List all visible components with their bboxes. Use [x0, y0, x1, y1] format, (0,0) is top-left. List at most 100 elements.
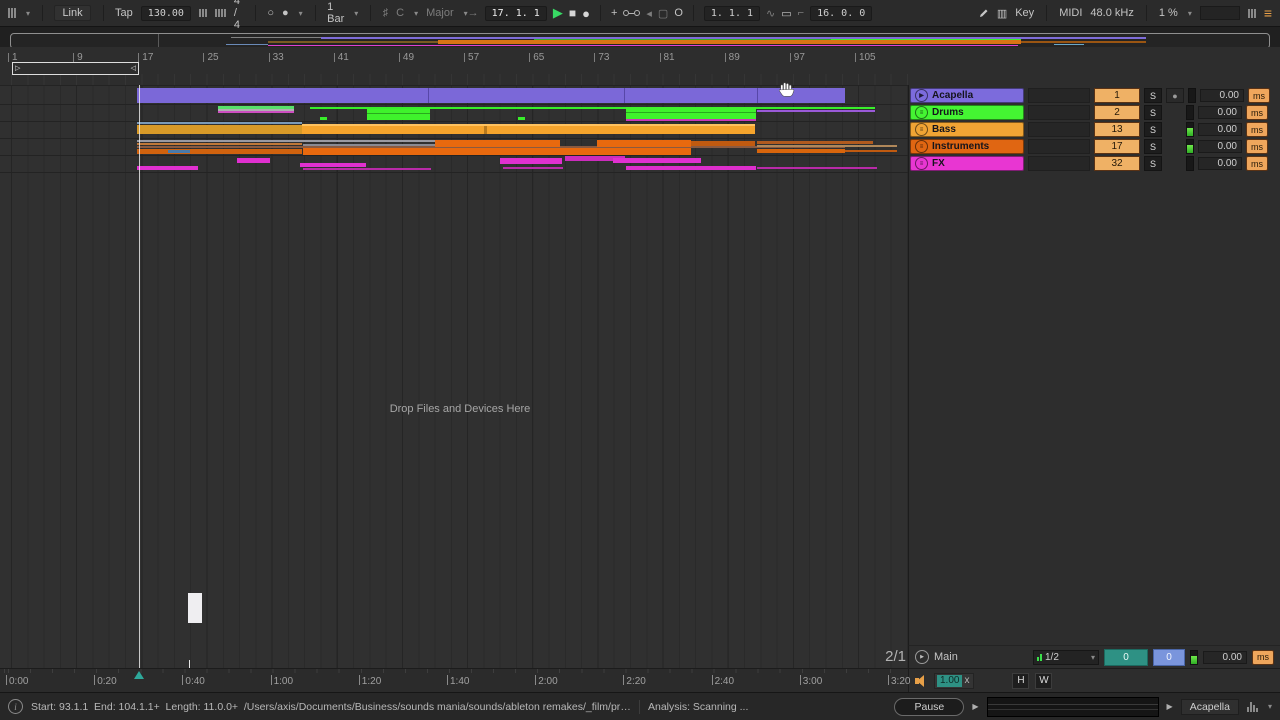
clip[interactable] — [757, 107, 875, 109]
track-input-field[interactable]: 17 — [1094, 139, 1140, 154]
clip[interactable] — [300, 163, 366, 167]
clip[interactable] — [303, 148, 691, 155]
track-header-fx[interactable]: ≡FX 32 S 0.00 ms — [910, 156, 1268, 171]
loop-region[interactable]: ▷ ◁ — [12, 62, 139, 75]
track-io-field[interactable] — [1028, 88, 1090, 103]
track-input-field[interactable]: 32 — [1094, 156, 1140, 171]
loop-start-field[interactable]: 1. 1. 1 — [704, 6, 760, 21]
back-to-arrangement-button[interactable]: ◂ — [646, 7, 652, 20]
launch-quantize-select[interactable]: 1/2 ▾ — [1033, 650, 1099, 665]
track-input-field[interactable]: 13 — [1094, 122, 1140, 137]
track-io-field[interactable] — [1028, 122, 1090, 137]
preview-waveform[interactable] — [987, 697, 1159, 717]
track-name-bar[interactable]: ≡Instruments — [910, 139, 1024, 154]
playhead[interactable] — [139, 85, 140, 668]
key-map-button[interactable]: Key — [1015, 7, 1034, 19]
clip[interactable] — [137, 122, 302, 124]
height-zoom-button[interactable]: H — [1012, 673, 1029, 689]
delay-unit-badge[interactable]: ms — [1246, 105, 1268, 120]
track-delay-field[interactable]: 0.00 — [1200, 89, 1244, 102]
clip[interactable] — [237, 158, 270, 163]
clip[interactable] — [168, 150, 190, 153]
clip[interactable] — [757, 167, 877, 169]
arrangement-canvas[interactable]: Drop Files and Devices Here — [0, 85, 908, 668]
stop-button[interactable]: ■ — [569, 6, 576, 20]
track-delay-field[interactable]: 0.00 — [1198, 123, 1242, 136]
automation-mode-button[interactable]: O — [674, 7, 683, 19]
delay-unit-badge[interactable]: ms — [1246, 139, 1268, 154]
clip[interactable] — [302, 124, 755, 126]
clip[interactable] — [367, 109, 430, 120]
punch-out-icon[interactable]: ⌐ — [798, 7, 804, 19]
tap-tempo-button[interactable]: Tap — [115, 7, 133, 19]
clip[interactable] — [757, 110, 875, 112]
tempo-follower-icon[interactable] — [8, 8, 16, 18]
clip[interactable] — [597, 140, 691, 147]
clip[interactable] — [484, 126, 487, 134]
delay-unit-badge[interactable]: ms — [1252, 650, 1274, 665]
track-delay-field[interactable]: 0.00 — [1198, 157, 1242, 170]
clip[interactable] — [757, 141, 873, 144]
clip[interactable] — [757, 145, 897, 147]
computer-midi-keyboard-icon[interactable]: ▥ — [997, 7, 1007, 20]
track-name-bar[interactable]: ≡Drums — [910, 105, 1024, 120]
playback-speed-field[interactable]: 1.00 x — [934, 673, 974, 689]
clip[interactable] — [188, 593, 202, 623]
record-button[interactable]: ● — [582, 6, 590, 21]
chevron-down-icon[interactable]: ▾ — [26, 9, 30, 18]
clip[interactable] — [137, 88, 845, 103]
track-header-acapella[interactable]: ▶Acapella 1 S ● 0.00 ms — [910, 88, 1270, 103]
track-name-bar[interactable]: ≡Bass — [910, 122, 1024, 137]
clip[interactable] — [757, 149, 845, 153]
clip[interactable] — [757, 88, 758, 103]
capture-midi-button[interactable]: + — [611, 7, 617, 19]
overdub-button[interactable] — [623, 10, 640, 16]
punch-box[interactable]: 0 — [1153, 649, 1185, 666]
draw-pencil-icon[interactable] — [979, 8, 989, 18]
chevron-down-icon[interactable]: ▾ — [354, 9, 358, 18]
solo-button[interactable]: S — [1144, 139, 1162, 154]
scale-icon[interactable]: ♯ — [383, 7, 389, 19]
arrangement-position-field[interactable]: 17. 1. 1 — [485, 6, 547, 21]
track-input-field[interactable]: 2 — [1094, 105, 1140, 120]
solo-button[interactable]: S — [1144, 105, 1162, 120]
cpu-load-field[interactable]: 1 % — [1159, 7, 1178, 19]
chevron-down-icon[interactable]: ▾ — [1188, 9, 1192, 18]
time-ruler[interactable]: 0:000:200:401:001:201:402:002:202:403:00… — [0, 668, 908, 692]
chevron-down-icon[interactable]: ▾ — [1268, 702, 1272, 711]
clip[interactable] — [624, 88, 625, 103]
clip[interactable] — [218, 111, 294, 113]
tempo-field[interactable]: 130.00 — [141, 6, 191, 21]
play-button[interactable]: ▶ — [553, 5, 563, 21]
nudge-up-icon[interactable] — [215, 9, 226, 17]
loop-length-field[interactable]: 16. 0. 0 — [810, 6, 872, 21]
beat-time-ruler[interactable]: 191725334149576573818997105 ▷ ◁ Set ← → — [0, 47, 1280, 85]
link-button[interactable]: Link — [54, 5, 90, 21]
track-name-bar[interactable]: ≡FX — [910, 156, 1024, 171]
track-delay-field[interactable]: 0.00 — [1198, 140, 1242, 153]
solo-button[interactable]: S — [1144, 156, 1162, 171]
clip[interactable] — [613, 158, 701, 163]
track-io-field[interactable] — [1028, 156, 1090, 171]
track-name-bar[interactable]: ▶Acapella — [910, 88, 1024, 103]
metronome-on-icon[interactable]: ● — [282, 7, 289, 19]
solo-button[interactable]: S — [1144, 122, 1162, 137]
width-zoom-button[interactable]: W — [1035, 673, 1052, 689]
clip[interactable] — [626, 107, 756, 119]
main-track-row[interactable]: ▶ Main 1/2 ▾ 0 0 0.00 ms — [908, 645, 1280, 668]
menu-icon[interactable]: ≡ — [1264, 5, 1272, 21]
key-scale-select[interactable]: Major — [426, 7, 454, 19]
chevron-down-icon[interactable]: ▾ — [414, 9, 418, 18]
clip[interactable] — [626, 112, 756, 113]
clip[interactable] — [845, 150, 897, 152]
output-meter-icon[interactable] — [1247, 702, 1258, 712]
metronome-off-icon[interactable]: ○ — [267, 7, 274, 19]
clip[interactable] — [626, 166, 756, 170]
track-header-bass[interactable]: ≡Bass 13 S 0.00 ms — [910, 122, 1268, 137]
preview-play-icon[interactable]: ▶ — [1167, 702, 1173, 711]
main-delay-field[interactable]: 0.00 — [1203, 651, 1247, 664]
playhead-triangle[interactable] — [134, 671, 144, 679]
solo-button[interactable]: S — [1144, 88, 1162, 103]
clip[interactable] — [137, 143, 302, 145]
clip[interactable] — [137, 166, 198, 170]
